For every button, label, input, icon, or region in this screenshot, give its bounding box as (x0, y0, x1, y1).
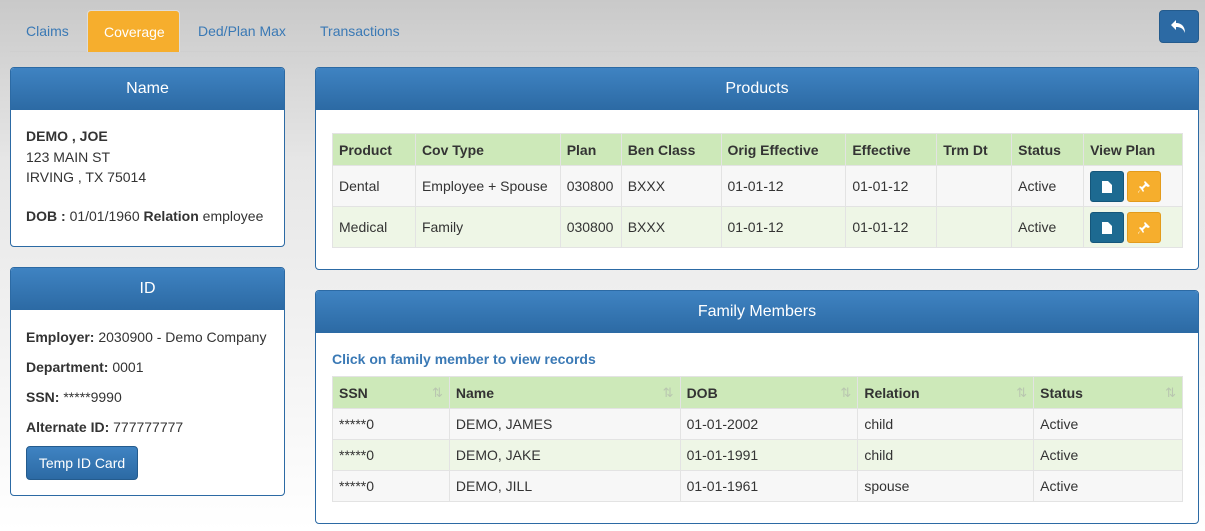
col-status[interactable]: Status ⇅ (1033, 376, 1183, 409)
undo-arrow-icon (1171, 19, 1185, 33)
cell-relation: spouse (857, 470, 1035, 502)
col-ben-class: Ben Class (620, 133, 722, 166)
address-line-1: 123 MAIN ST (26, 149, 111, 165)
cell-ssn: *****0 (332, 470, 450, 502)
family-members-table: SSN ⇅ Name ⇅ DOB ⇅ Relation ⇅ Status ⇅ *****0… (332, 376, 1183, 502)
back-button[interactable] (1159, 10, 1199, 43)
cell-plan: 030800 (559, 165, 622, 207)
cell-dob: 01-01-1991 (679, 439, 859, 471)
cell-dob: 01-01-2002 (679, 408, 859, 440)
table-row[interactable]: *****0 DEMO, JAKE 01-01-1991 child Activ… (332, 439, 1183, 471)
cell-product: Medical (332, 206, 416, 248)
products-panel: Products Product Cov Type Plan Ben Class… (315, 67, 1199, 270)
cell-view-plan (1083, 165, 1183, 207)
cell-name: DEMO, JAMES (448, 408, 681, 440)
pin-icon (1138, 221, 1151, 234)
table-row[interactable]: Dental Employee + Spouse 030800 BXXX 01-… (332, 165, 1183, 207)
cell-status: Active (1011, 165, 1085, 207)
table-row[interactable]: *****0 DEMO, JAMES 01-01-2002 child Acti… (332, 408, 1183, 440)
pin-icon (1138, 180, 1151, 193)
cell-orig-effective: 01-01-12 (720, 165, 847, 207)
cell-status: Active (1033, 470, 1183, 502)
address-line-2: IRVING , TX 75014 (26, 169, 147, 185)
col-product: Product (332, 133, 416, 166)
cell-view-plan (1083, 206, 1183, 248)
member-name: DEMO , JOE (26, 128, 108, 144)
sort-icon: ⇅ (662, 384, 674, 400)
sort-icon: ⇅ (840, 384, 852, 400)
col-ssn[interactable]: SSN ⇅ (332, 376, 450, 409)
cell-relation: child (857, 408, 1035, 440)
name-panel: Name DEMO , JOE 123 MAIN ST IRVING , TX … (10, 67, 285, 247)
document-icon (1102, 180, 1113, 193)
products-header-row: Product Cov Type Plan Ben Class Orig Eff… (332, 133, 1183, 166)
tab-bar: Claims Coverage Ded/Plan Max Transaction… (10, 10, 1198, 52)
cell-cov-type: Employee + Spouse (414, 165, 561, 207)
tab-ded-plan-max[interactable]: Ded/Plan Max (182, 10, 302, 52)
col-orig-effective: Orig Effective (720, 133, 847, 166)
id-panel-title: ID (11, 268, 284, 310)
cell-ssn: *****0 (332, 439, 450, 471)
employer-line: Employer: 2030900 - Demo Company (26, 329, 267, 345)
view-plan-document-button[interactable] (1090, 211, 1125, 243)
col-cov-type: Cov Type (414, 133, 561, 166)
col-status: Status (1011, 133, 1085, 166)
name-panel-title: Name (11, 68, 284, 110)
sort-icon: ⇅ (1165, 384, 1176, 400)
document-icon (1102, 221, 1113, 234)
col-effective: Effective (845, 133, 938, 166)
pin-plan-button[interactable] (1127, 211, 1162, 243)
cell-status: Active (1033, 408, 1183, 440)
sort-icon: ⇅ (1016, 384, 1028, 400)
cell-cov-type: Family (414, 206, 561, 248)
cell-dob: 01-01-1961 (679, 470, 859, 502)
col-trm-dt: Trm Dt (936, 133, 1013, 166)
id-panel: ID Employer: 2030900 - Demo Company Depa… (10, 267, 285, 496)
table-row[interactable]: Medical Family 030800 BXXX 01-01-12 01-0… (332, 206, 1183, 248)
cell-ben-class: BXXX (620, 206, 722, 248)
dob-relation: DOB : 01/01/1960 Relation employee (26, 208, 264, 224)
cell-effective: 01-01-12 (845, 165, 938, 207)
cell-status: Active (1011, 206, 1085, 248)
family-members-panel: Family Members Click on family member to… (315, 290, 1199, 524)
cell-orig-effective: 01-01-12 (720, 206, 847, 248)
cell-trm-dt (936, 165, 1013, 207)
family-header-row: SSN ⇅ Name ⇅ DOB ⇅ Relation ⇅ Status ⇅ (332, 376, 1183, 409)
col-plan: Plan (559, 133, 622, 166)
ssn-line: SSN: *****9990 (26, 389, 122, 405)
cell-product: Dental (332, 165, 416, 207)
family-members-panel-title: Family Members (316, 291, 1198, 333)
products-table: Product Cov Type Plan Ben Class Orig Eff… (332, 133, 1183, 248)
tab-transactions[interactable]: Transactions (304, 10, 416, 52)
col-dob[interactable]: DOB ⇅ (679, 376, 859, 409)
department-line: Department: 0001 (26, 359, 144, 375)
cell-ssn: *****0 (332, 408, 450, 440)
cell-plan: 030800 (559, 206, 622, 248)
temp-id-card-button[interactable]: Temp ID Card (26, 446, 138, 480)
table-row[interactable]: *****0 DEMO, JILL 01-01-1961 spouse Acti… (332, 470, 1183, 502)
sort-icon: ⇅ (431, 384, 443, 400)
cell-name: DEMO, JILL (448, 470, 681, 502)
col-view-plan: View Plan (1083, 133, 1183, 166)
alternate-id-line: Alternate ID: 777777777 (26, 419, 184, 435)
tab-coverage[interactable]: Coverage (87, 10, 180, 52)
cell-trm-dt (936, 206, 1013, 248)
cell-ben-class: BXXX (620, 165, 722, 207)
cell-name: DEMO, JAKE (448, 439, 681, 471)
cell-status: Active (1033, 439, 1183, 471)
view-plan-document-button[interactable] (1090, 170, 1125, 202)
col-relation[interactable]: Relation ⇅ (857, 376, 1035, 409)
products-panel-title: Products (316, 68, 1198, 110)
col-name[interactable]: Name ⇅ (448, 376, 681, 409)
tab-claims[interactable]: Claims (10, 10, 85, 52)
cell-relation: child (857, 439, 1035, 471)
pin-plan-button[interactable] (1127, 170, 1162, 202)
family-members-hint: Click on family member to view records (332, 351, 596, 367)
cell-effective: 01-01-12 (845, 206, 938, 248)
